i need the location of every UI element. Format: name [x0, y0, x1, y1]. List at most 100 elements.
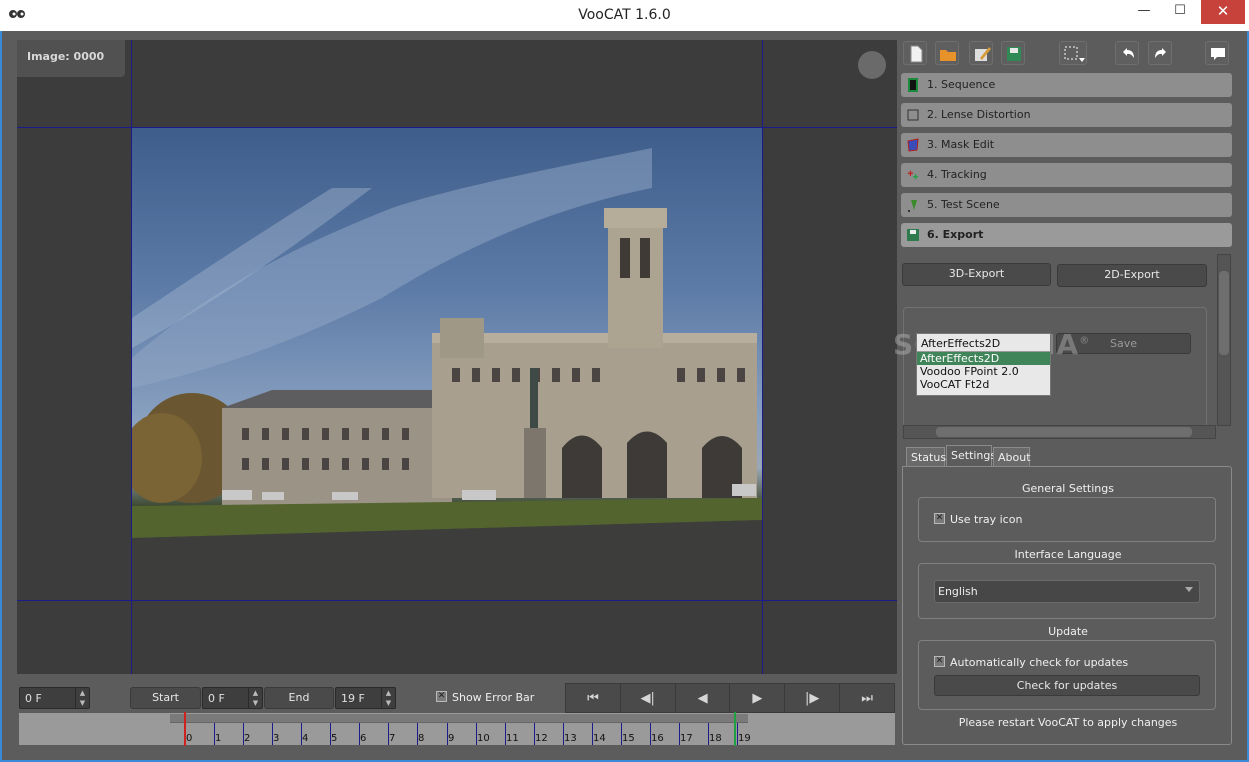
step-label: 4. Tracking — [927, 168, 987, 181]
guide-line-top — [17, 127, 897, 128]
auto-check-updates-checkbox[interactable]: ✕ — [934, 656, 945, 667]
start-marker[interactable] — [184, 712, 186, 746]
timeline-tick-label: 19 — [738, 733, 751, 744]
play-button[interactable]: ▶ — [730, 684, 786, 712]
new-project-icon[interactable] — [903, 41, 927, 65]
step-mask-edit[interactable]: 3. Mask Edit — [901, 133, 1232, 157]
spin-up-icon[interactable]: ▲ — [382, 688, 395, 698]
auto-check-updates-label: Automatically check for updates — [950, 656, 1129, 669]
floppy-icon — [907, 229, 919, 241]
timeline-tick-label: 12 — [535, 733, 548, 744]
timeline-tick-label: 16 — [651, 733, 664, 744]
general-settings-header: General Settings — [1022, 482, 1114, 495]
redo-icon[interactable] — [1148, 41, 1172, 65]
step-lense-distortion[interactable]: 2. Lense Distortion — [901, 103, 1232, 127]
timeline-tick-label: 1 — [215, 733, 222, 744]
open-folder-icon[interactable] — [935, 41, 959, 65]
end-marker[interactable] — [734, 712, 736, 746]
step-tracking[interactable]: 4. Tracking — [901, 163, 1232, 187]
current-frame-spinbox[interactable]: 0 F ▲ ▼ — [19, 687, 90, 709]
save-icon[interactable] — [1001, 41, 1025, 65]
step-label: 3. Mask Edit — [927, 138, 995, 151]
step-export[interactable]: 6. Export — [901, 223, 1232, 247]
minimize-button[interactable]: — — [1127, 0, 1161, 24]
format-selected[interactable]: AfterEffects2D — [917, 334, 1050, 352]
timeline-range-track[interactable] — [170, 714, 748, 723]
export-vertical-scrollbar[interactable] — [1217, 254, 1231, 426]
test-scene-icon — [908, 200, 917, 212]
check-for-updates-button[interactable]: Check for updates — [934, 675, 1200, 696]
timeline-tick-label: 2 — [244, 733, 251, 744]
help-bubble-icon[interactable] — [1205, 41, 1229, 65]
tab-settings[interactable]: Settings — [946, 445, 996, 466]
go-to-last-button[interactable]: ⏭ — [840, 684, 894, 712]
spin-down-icon[interactable]: ▼ — [76, 698, 89, 708]
image-number-label: Image: 0000 — [17, 40, 125, 77]
timeline-tick-label: 9 — [448, 733, 455, 744]
spin-arrows[interactable]: ▲ ▼ — [75, 688, 89, 708]
watermark-reg: ® — [1079, 335, 1091, 347]
format-option[interactable]: VooCAT Ft2d — [917, 378, 1050, 391]
restart-note: Please restart VooCAT to apply changes — [958, 716, 1178, 729]
3d-export-button[interactable]: 3D-Export — [902, 263, 1051, 286]
interface-language-header: Interface Language — [1014, 548, 1122, 561]
end-frame-spinbox[interactable]: 19 F ▲ ▼ — [335, 687, 396, 709]
2d-export-button[interactable]: 2D-Export — [1057, 264, 1207, 287]
horizontal-scroll-thumb[interactable] — [936, 427, 1192, 437]
start-button[interactable]: Start — [130, 687, 201, 709]
timeline-tick-label: 4 — [302, 733, 309, 744]
step-label: 2. Lense Distortion — [927, 108, 1031, 121]
guide-line-right — [762, 40, 763, 674]
tab-about[interactable]: About — [993, 447, 1031, 466]
step-label: 1. Sequence — [927, 78, 996, 91]
step-test-scene[interactable]: 5. Test Scene — [901, 193, 1232, 217]
tab-status[interactable]: Status — [906, 447, 946, 466]
previous-keyframe-button[interactable]: ◀| — [621, 684, 676, 712]
window-title: VooCAT 1.6.0 — [578, 7, 671, 23]
lens-grid-icon — [907, 109, 919, 121]
format-option[interactable]: Voodoo FPoint 2.0 — [917, 365, 1050, 378]
timeline-tick-label: 17 — [680, 733, 693, 744]
timeline-tick-label: 5 — [331, 733, 338, 744]
edit-icon[interactable] — [969, 41, 993, 65]
step-label: 6. Export — [927, 228, 984, 241]
status-indicator — [858, 51, 886, 79]
format-option[interactable]: AfterEffects2D — [917, 352, 1050, 365]
vertical-scroll-thumb[interactable] — [1219, 271, 1229, 355]
export-format-dropdown[interactable]: AfterEffects2D AfterEffects2D Voodoo FPo… — [916, 333, 1051, 396]
show-error-bar-checkbox[interactable]: ✕ — [436, 691, 447, 702]
close-button[interactable]: ✕ — [1201, 0, 1245, 24]
spin-down-icon[interactable]: ▼ — [382, 698, 395, 708]
language-value: English — [938, 585, 978, 598]
timeline-tick-label: 8 — [418, 733, 425, 744]
start-frame-spinbox[interactable]: 0 F ▲ ▼ — [202, 687, 263, 709]
film-icon — [908, 78, 918, 92]
use-tray-icon-checkbox[interactable]: ✕ — [934, 513, 945, 524]
selection-tool-icon[interactable] — [1059, 41, 1087, 65]
spin-arrows[interactable]: ▲ ▼ — [248, 688, 262, 708]
previous-frame-button[interactable]: ◀ — [676, 684, 731, 712]
spin-up-icon[interactable]: ▲ — [249, 688, 262, 698]
end-frame-value: 19 F — [341, 692, 365, 705]
spin-up-icon[interactable]: ▲ — [76, 688, 89, 698]
spin-down-icon[interactable]: ▼ — [249, 698, 262, 708]
step-sequence[interactable]: 1. Sequence — [901, 73, 1232, 97]
next-keyframe-button[interactable]: |▶ — [785, 684, 841, 712]
sequence-frame-image[interactable] — [132, 128, 762, 600]
start-frame-value: 0 F — [208, 692, 225, 705]
current-frame-value: 0 F — [25, 692, 42, 705]
guide-line-bottom — [17, 600, 897, 601]
export-horizontal-scrollbar[interactable] — [903, 425, 1216, 439]
timeline-tick-label: 18 — [709, 733, 722, 744]
spin-arrows[interactable]: ▲ ▼ — [381, 688, 395, 708]
maximize-button[interactable]: ☐ — [1163, 0, 1197, 24]
use-tray-icon-label: Use tray icon — [950, 513, 1023, 526]
end-button[interactable]: End — [264, 687, 334, 709]
timeline-tick-label: 7 — [389, 733, 396, 744]
timeline-tick-label: 6 — [360, 733, 367, 744]
update-header: Update — [1048, 625, 1088, 638]
undo-icon[interactable] — [1115, 41, 1139, 65]
go-to-first-button[interactable]: ⏮ — [566, 684, 621, 712]
language-select[interactable]: English — [934, 580, 1200, 603]
step-label: 5. Test Scene — [927, 198, 1000, 211]
